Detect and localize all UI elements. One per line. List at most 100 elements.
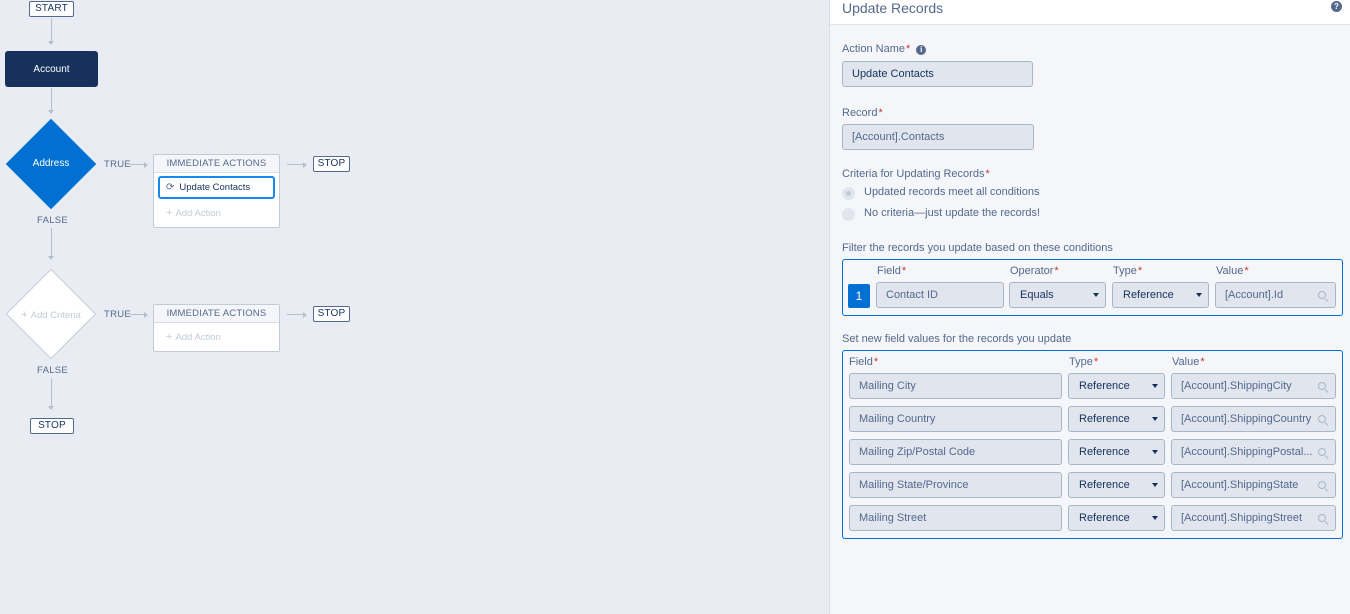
required-marker: * <box>1093 356 1099 368</box>
select-value: Reference <box>1079 479 1130 491</box>
stop-node: STOP <box>313 306 350 322</box>
set-field-input[interactable]: Mailing Country <box>849 406 1062 432</box>
plus-icon: + <box>166 207 173 219</box>
chevron-down-icon <box>1093 293 1099 297</box>
connector <box>51 228 52 257</box>
search-icon[interactable] <box>1318 415 1326 423</box>
search-icon[interactable] <box>1318 382 1326 390</box>
set-value-input[interactable]: [Account].ShippingCountry <box>1171 406 1336 432</box>
set-field-input[interactable]: Mailing Zip/Postal Code <box>849 439 1062 465</box>
stop-node: STOP <box>30 418 74 434</box>
action-name-input[interactable]: Update Contacts <box>842 61 1033 87</box>
set-type-select[interactable]: Reference <box>1068 373 1165 399</box>
required-marker: * <box>901 265 907 277</box>
select-value: Reference <box>1079 512 1130 524</box>
col-text: Field <box>877 265 901 277</box>
select-value: Reference <box>1123 289 1174 301</box>
add-criteria-label: + Add Criteria <box>4 309 98 321</box>
connector <box>51 18 52 42</box>
set-type-select[interactable]: Reference <box>1068 406 1165 432</box>
immediate-actions-header: IMMEDIATE ACTIONS <box>154 305 279 323</box>
set-value-input[interactable]: [Account].ShippingState <box>1171 472 1336 498</box>
connector <box>130 164 145 165</box>
set-values-group: Field* Type* Value* Mailing City Referen… <box>842 350 1343 539</box>
info-icon[interactable]: i <box>916 45 927 55</box>
select-value: Reference <box>1079 413 1130 425</box>
action-label: Update Contacts <box>179 182 251 193</box>
chevron-down-icon <box>1152 483 1158 487</box>
add-action-link[interactable]: + Add Action <box>166 207 221 219</box>
connector-arrow <box>48 110 54 114</box>
set-col-field: Field* <box>849 356 878 368</box>
radio-no-criteria[interactable] <box>842 208 855 221</box>
filter-operator-select[interactable]: Equals <box>1009 282 1106 308</box>
object-node-label: Account <box>33 63 70 75</box>
false-label: FALSE <box>37 215 69 226</box>
filter-col-value: Value* <box>1216 265 1249 277</box>
set-type-select[interactable]: Reference <box>1068 505 1165 531</box>
true-label: TRUE <box>104 159 132 170</box>
filter-type-select[interactable]: Reference <box>1112 282 1209 308</box>
connector-arrow <box>303 312 307 318</box>
set-field-input[interactable]: Mailing Street <box>849 505 1062 531</box>
search-icon[interactable] <box>1318 481 1326 489</box>
select-value: Reference <box>1079 380 1130 392</box>
col-text: Value <box>1216 265 1244 277</box>
set-values-section-label: Set new field values for the records you… <box>842 333 1072 345</box>
connector <box>287 164 303 165</box>
required-marker: * <box>985 168 990 180</box>
filter-value-input[interactable]: [Account].Id <box>1215 282 1336 308</box>
add-criteria-text: Add Criteria <box>30 310 81 321</box>
filter-conditions-group: Field* Operator* Type* Value* 1 Contact … <box>842 259 1343 316</box>
set-value-input[interactable]: [Account].ShippingPostal... <box>1171 439 1336 465</box>
filter-col-field: Field* <box>877 265 906 277</box>
connector-arrow <box>48 41 54 45</box>
filter-field-input[interactable]: Contact ID <box>876 282 1004 308</box>
required-marker: * <box>1054 265 1059 277</box>
value-text: [Account].ShippingCountry <box>1181 413 1312 425</box>
object-node-account[interactable]: Account <box>5 51 98 87</box>
set-field-input[interactable]: Mailing State/Province <box>849 472 1062 498</box>
set-value-input[interactable]: [Account].ShippingStreet <box>1171 505 1336 531</box>
true-label: TRUE <box>104 309 132 320</box>
connector-arrow <box>144 312 148 318</box>
select-value: Equals <box>1020 289 1054 301</box>
properties-panel: Update Records ? Action Name* i Update Co… <box>829 0 1350 614</box>
chevron-down-icon <box>1152 384 1158 388</box>
set-value-input[interactable]: [Account].ShippingCity <box>1171 373 1336 399</box>
required-marker: * <box>1200 356 1205 368</box>
start-node: START <box>29 1 74 17</box>
chevron-down-icon <box>1152 516 1158 520</box>
col-text: Value <box>1172 356 1200 368</box>
plus-icon: + <box>166 331 173 343</box>
search-icon[interactable] <box>1318 514 1326 522</box>
record-input[interactable]: [Account].Contacts <box>842 124 1034 150</box>
set-field-input[interactable]: Mailing City <box>849 373 1062 399</box>
col-text: Operator <box>1010 265 1054 277</box>
connector <box>51 378 52 407</box>
set-type-select[interactable]: Reference <box>1068 472 1165 498</box>
connector-arrow <box>303 162 307 168</box>
value-text: [Account].ShippingCity <box>1181 380 1292 392</box>
help-icon[interactable]: ? <box>1331 1 1342 12</box>
search-icon[interactable] <box>1318 448 1326 456</box>
add-action-label: Add Action <box>175 208 221 219</box>
immediate-actions-box: IMMEDIATE ACTIONS + Add Action <box>153 304 280 352</box>
required-marker: * <box>873 356 879 368</box>
plus-icon: + <box>21 309 31 321</box>
radio-all-conditions[interactable] <box>842 187 855 200</box>
connector-arrow <box>48 256 54 260</box>
filter-section-label: Filter the records you update based on t… <box>842 242 1113 254</box>
required-marker: * <box>1244 265 1249 277</box>
connector-arrow <box>48 406 54 410</box>
search-icon[interactable] <box>1318 291 1326 299</box>
action-update-contacts[interactable]: ⟳ Update Contacts <box>158 176 275 199</box>
add-action-link[interactable]: + Add Action <box>166 331 221 343</box>
select-value: Reference <box>1079 446 1130 458</box>
connector <box>287 314 303 315</box>
connector-arrow <box>144 162 148 168</box>
set-type-select[interactable]: Reference <box>1068 439 1165 465</box>
radio-no-criteria-label: No criteria—just update the records! <box>864 207 1041 219</box>
set-col-value: Value* <box>1172 356 1205 368</box>
record-label-text: Record <box>842 107 878 119</box>
